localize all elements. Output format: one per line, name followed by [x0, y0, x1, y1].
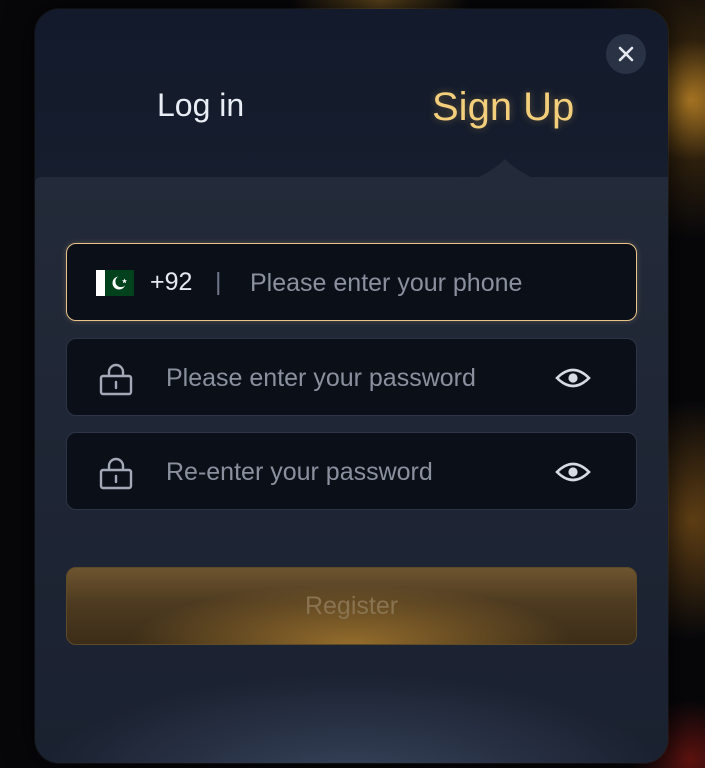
- tab-indicator-notch: [445, 159, 565, 189]
- password-input[interactable]: [164, 357, 538, 399]
- password-field[interactable]: [66, 338, 637, 416]
- lock-icon: [99, 457, 133, 490]
- eye-icon[interactable]: [555, 458, 591, 486]
- close-button[interactable]: [606, 34, 646, 74]
- tab-signup[interactable]: Sign Up: [432, 85, 574, 130]
- tab-login[interactable]: Log in: [157, 87, 244, 124]
- eye-icon[interactable]: [555, 364, 591, 392]
- phone-field[interactable]: +92 |: [66, 243, 637, 321]
- lock-icon: [99, 363, 133, 396]
- modal-bottom-glow: [35, 673, 668, 763]
- signup-modal: Log in Sign Up +92 | Please enter your p…: [35, 9, 668, 763]
- phone-input[interactable]: [248, 262, 622, 304]
- close-icon: [618, 46, 634, 62]
- confirm-password-input[interactable]: [164, 451, 538, 493]
- confirm-password-field[interactable]: [66, 432, 637, 510]
- country-code[interactable]: +92: [150, 268, 192, 297]
- pakistan-flag-icon[interactable]: [96, 270, 134, 296]
- auth-tabs: Log in Sign Up: [35, 9, 668, 179]
- country-code-separator: |: [215, 268, 222, 296]
- register-button[interactable]: Register: [66, 567, 637, 645]
